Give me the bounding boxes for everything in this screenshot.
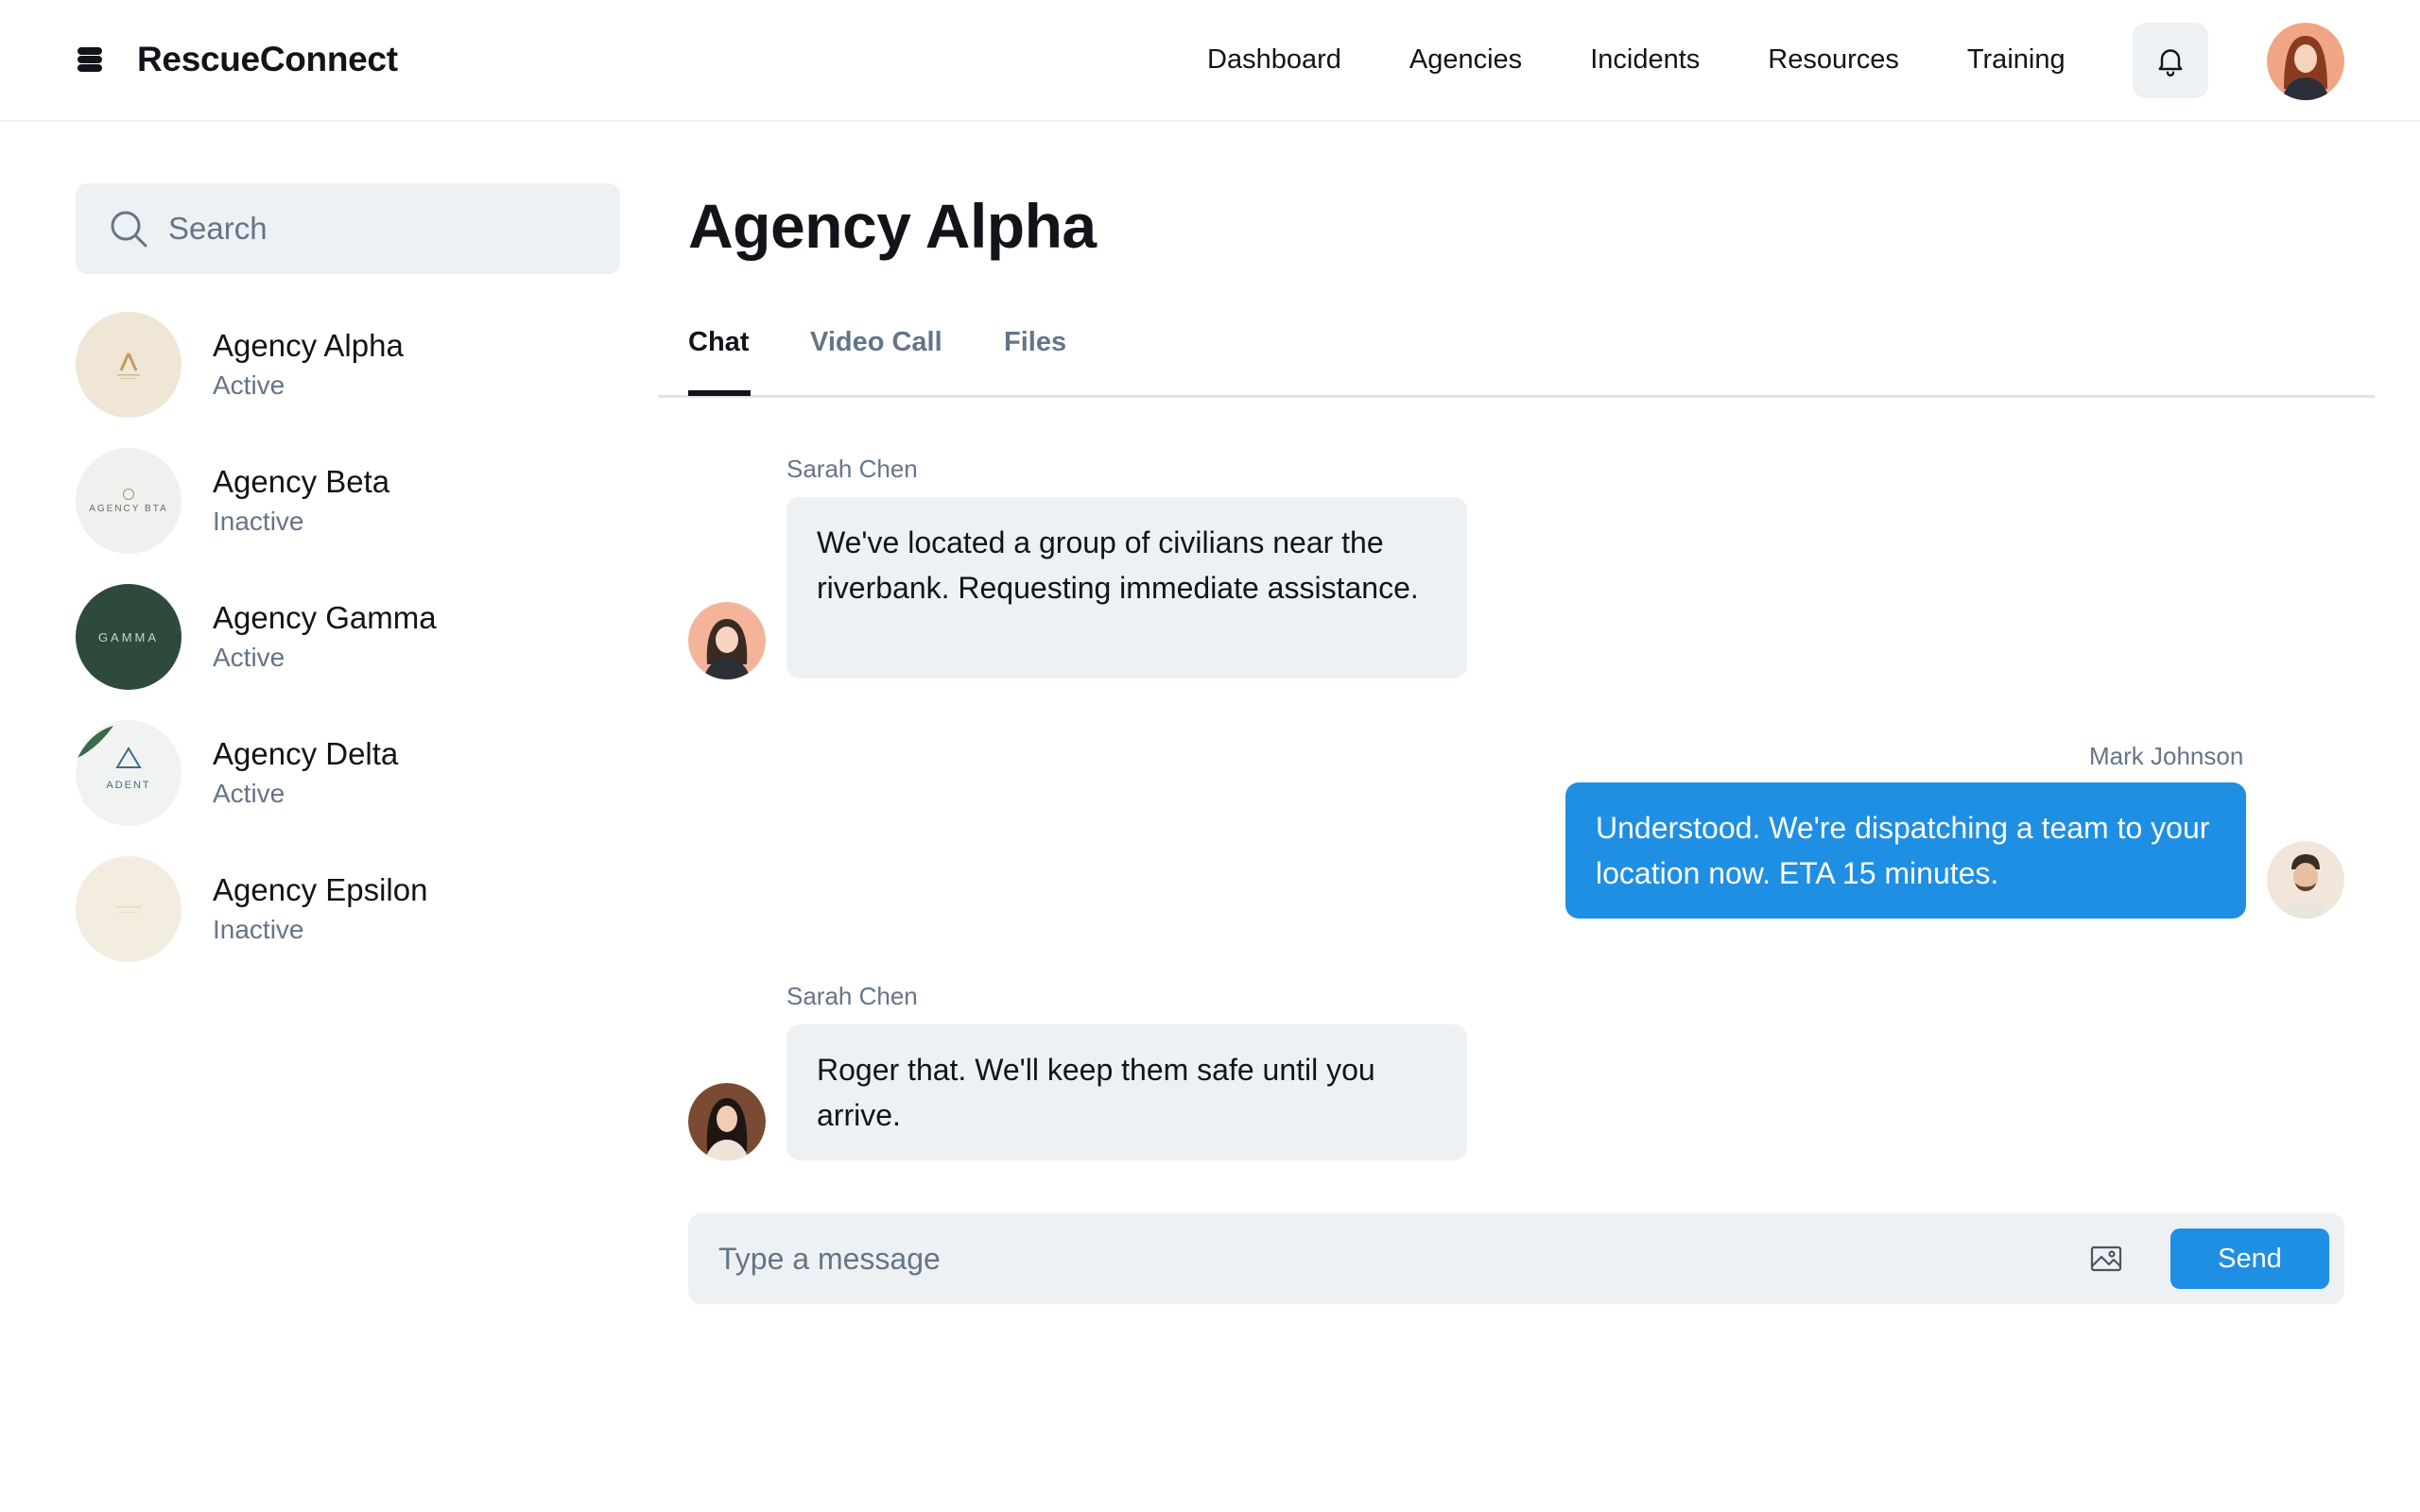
agency-item-delta[interactable]: ADENT Agency Delta Active	[76, 720, 620, 826]
agency-status: Inactive	[213, 507, 304, 536]
message-sender: Mark Johnson	[2089, 742, 2244, 770]
page-title: Agency Alpha	[688, 191, 1097, 261]
nav-resources[interactable]: Resources	[1768, 44, 1899, 76]
agency-name: Agency Delta	[213, 736, 399, 771]
message-sender: Sarah Chen	[786, 982, 918, 1010]
agency-status: Active	[213, 370, 285, 400]
agency-epsilon-logo	[76, 856, 182, 962]
main-nav: Dashboard Agencies Incidents Resources T…	[1207, 38, 2066, 81]
agency-name: Agency Beta	[213, 464, 390, 499]
search-input[interactable]	[168, 211, 584, 247]
agency-beta-logo-text: AGENCY BTA	[89, 503, 168, 514]
sender-avatar	[688, 1083, 766, 1160]
agency-list: Agency Alpha Active AGENCY BTA Agency Be…	[76, 312, 620, 992]
search-bar[interactable]	[76, 183, 620, 274]
agency-item-alpha[interactable]: Agency Alpha Active	[76, 312, 620, 418]
brand[interactable]: RescueConnect	[76, 38, 398, 81]
message-bubble-incoming: Roger that. We'll keep them safe until y…	[786, 1024, 1467, 1160]
agency-alpha-logo	[76, 312, 182, 418]
agency-delta-logo: ADENT	[76, 720, 182, 826]
message-bubble-incoming: We've located a group of civilians near …	[786, 497, 1467, 679]
message-composer: Send	[688, 1213, 2344, 1304]
app-name: RescueConnect	[137, 40, 398, 78]
message-bubble-outgoing: Understood. We're dispatching a team to …	[1565, 782, 2246, 919]
agency-status: Active	[213, 643, 285, 672]
message-sender: Sarah Chen	[786, 455, 918, 483]
agency-name: Agency Alpha	[213, 328, 404, 363]
chat-tabs: Chat Video Call Files	[658, 321, 2375, 398]
nav-agencies[interactable]: Agencies	[1409, 44, 1522, 76]
notifications-button[interactable]	[2133, 23, 2208, 98]
agency-status: Active	[213, 779, 285, 808]
agency-name: Agency Gamma	[213, 600, 437, 635]
tab-files[interactable]: Files	[1004, 327, 1066, 358]
send-button[interactable]: Send	[2170, 1228, 2329, 1289]
tab-chat[interactable]: Chat	[688, 327, 749, 358]
logo-icon	[78, 47, 102, 72]
agency-gamma-logo-text: GAMMA	[97, 629, 160, 644]
image-icon[interactable]	[2089, 1242, 2123, 1276]
nav-incidents[interactable]: Incidents	[1590, 44, 1700, 76]
agency-name: Agency Epsilon	[213, 872, 428, 907]
sender-avatar	[688, 602, 766, 679]
nav-training[interactable]: Training	[1967, 44, 2066, 76]
message-input[interactable]	[718, 1236, 1966, 1281]
agency-item-epsilon[interactable]: Agency Epsilon Inactive	[76, 856, 620, 962]
active-tab-indicator	[688, 390, 751, 396]
agency-delta-logo-text: ADENT	[106, 780, 151, 791]
agency-item-gamma[interactable]: GAMMA Agency Gamma Active	[76, 584, 620, 690]
user-avatar[interactable]	[2267, 23, 2344, 100]
bell-icon	[2158, 49, 2183, 77]
agency-gamma-logo: GAMMA	[76, 584, 182, 690]
top-navbar: RescueConnect Dashboard Agencies Inciden…	[0, 0, 2420, 122]
tab-video-call[interactable]: Video Call	[810, 327, 942, 358]
agency-status: Inactive	[213, 915, 304, 944]
agency-beta-logo: AGENCY BTA	[76, 448, 182, 554]
sender-avatar	[2267, 841, 2344, 919]
agency-item-beta[interactable]: AGENCY BTA Agency Beta Inactive	[76, 448, 620, 554]
search-icon	[111, 211, 147, 248]
nav-dashboard[interactable]: Dashboard	[1207, 44, 1341, 76]
